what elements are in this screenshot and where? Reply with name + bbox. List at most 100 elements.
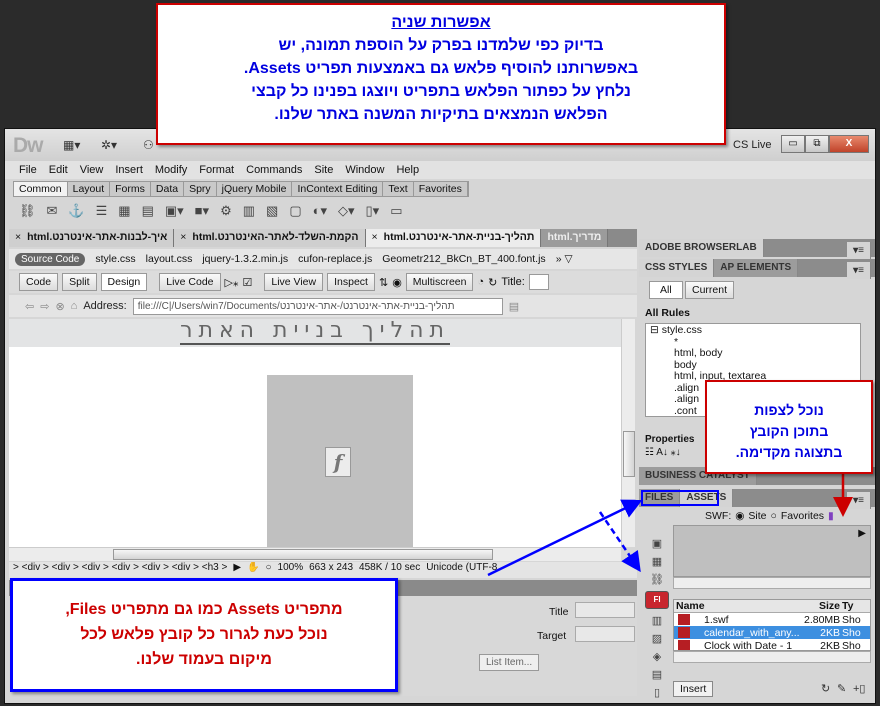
tab-incontext-editing[interactable]: InContext Editing	[292, 182, 384, 196]
visual-aids-icon[interactable]: ◔	[477, 276, 484, 288]
menu-file[interactable]: File	[13, 161, 43, 179]
add-to-favorites-icon[interactable]: +▯	[853, 682, 865, 695]
doc-tab[interactable]: מדריך.html	[541, 229, 609, 247]
related-file[interactable]: Geometr212_BkCn_BT_400.font.js	[382, 253, 545, 265]
live-code-button[interactable]: Live Code	[159, 273, 221, 291]
menu-window[interactable]: Window	[339, 161, 390, 179]
panel-menu-icon[interactable]: ▾≡	[847, 262, 871, 279]
tag-selector[interactable]: > <div > <div > <div > <div > <div > <di…	[13, 562, 227, 578]
email-link-icon[interactable]: ✉	[47, 203, 58, 219]
panel-menu-icon[interactable]: ▾≡	[847, 492, 871, 509]
zoom-select[interactable]: 100%	[278, 562, 304, 578]
named-anchor-icon[interactable]: ⚓	[68, 203, 84, 219]
list-item-button[interactable]: List Item...	[479, 654, 540, 671]
live-view-button[interactable]: Live View	[264, 273, 324, 291]
window-size[interactable]: 663 x 243	[309, 562, 353, 578]
column-size[interactable]: Size	[804, 600, 840, 612]
horizontal-scrollbar[interactable]	[9, 547, 621, 561]
stop-icon[interactable]: ⊗	[55, 300, 64, 313]
insert-div-icon[interactable]: ▤	[142, 203, 154, 219]
code-view-button[interactable]: Code	[19, 273, 59, 291]
site-radio[interactable]: ◉	[735, 510, 744, 522]
shockwave-category-icon[interactable]: ▥	[645, 614, 669, 627]
comment-icon[interactable]: ▢	[289, 203, 301, 219]
gear-icon[interactable]: ✲▾	[101, 138, 117, 152]
menu-commands[interactable]: Commands	[240, 161, 308, 179]
images-category-icon[interactable]: ▣	[645, 537, 669, 550]
scripts-category-icon[interactable]: ◈	[645, 650, 669, 663]
column-name[interactable]: Name	[674, 600, 804, 612]
close-icon[interactable]: ×	[372, 231, 378, 245]
list-item[interactable]: 1.swf 2.80MB Sho	[674, 613, 870, 626]
target-select[interactable]	[575, 626, 635, 642]
inspect-button[interactable]: Inspect	[327, 273, 375, 291]
browser-navigation-options-icon[interactable]: ▤	[509, 300, 519, 313]
media-flash-icon[interactable]: ■▾	[195, 203, 209, 219]
tab-spry[interactable]: Spry	[184, 182, 217, 196]
table-icon[interactable]: ▦	[118, 203, 130, 219]
vertical-scrollbar[interactable]	[621, 319, 635, 547]
panel-menu-icon[interactable]: ▾≡	[847, 242, 871, 259]
cs-live-button[interactable]: CS Live	[733, 139, 772, 151]
scroll-thumb[interactable]	[113, 549, 493, 560]
list-item-selected[interactable]: calendar_with_any... 2KB Sho	[674, 626, 870, 639]
tree-item-stylesheet[interactable]: ⊟ style.css	[650, 324, 856, 337]
tab-adobe-browserlab[interactable]: ADOBE BROWSERLAB	[639, 239, 764, 257]
tab-forms[interactable]: Forms	[110, 182, 151, 196]
hand-tool-icon[interactable]: ✋	[247, 562, 259, 578]
doc-tab[interactable]: איך-לבנות-אתר-אינטרנט.html ×	[9, 229, 175, 247]
filter-icon[interactable]: » ▽	[556, 253, 573, 265]
multiscreen-button[interactable]: Multiscreen	[405, 273, 474, 291]
tab-common[interactable]: Common	[14, 182, 68, 196]
widget-icon[interactable]: ⚙	[220, 203, 232, 219]
zoom-tool-icon[interactable]: ○	[265, 562, 271, 578]
title-input[interactable]	[528, 274, 549, 290]
split-view-button[interactable]: Split	[62, 273, 97, 291]
script-icon[interactable]: ◇▾	[338, 203, 355, 219]
tree-item-rule[interactable]: html, body	[650, 347, 856, 360]
horizontal-rule-icon[interactable]: ☰	[96, 203, 108, 219]
tag-chooser-icon[interactable]: ▭	[390, 203, 402, 219]
movies-category-icon[interactable]: ▨	[645, 632, 669, 645]
tab-favorites[interactable]: Favorites	[414, 182, 468, 196]
restore-button[interactable]: ⧉	[805, 135, 829, 153]
library-category-icon[interactable]: ▯	[645, 686, 669, 699]
design-view[interactable]: תהליך בניית האתר f	[9, 319, 621, 547]
play-icon[interactable]: ▶	[858, 528, 866, 539]
close-button[interactable]: X	[829, 135, 869, 153]
close-icon[interactable]: ×	[180, 231, 186, 245]
close-icon[interactable]: ×	[15, 231, 21, 245]
favorites-radio[interactable]: ○	[771, 510, 777, 522]
list-hscrollbar[interactable]	[673, 651, 871, 663]
doc-tab-active[interactable]: תהליך-בניית-אתר-אינטרנט.html ×	[365, 229, 542, 247]
title-field[interactable]	[575, 602, 635, 618]
all-button[interactable]: All	[649, 281, 683, 299]
server-side-include-icon[interactable]: ▧	[266, 203, 278, 219]
menu-insert[interactable]: Insert	[109, 161, 149, 179]
site-map-icon[interactable]: ⚇	[143, 138, 154, 152]
flash-placeholder[interactable]: f	[267, 375, 413, 547]
tab-text[interactable]: Text	[383, 182, 414, 196]
tab-data[interactable]: Data	[151, 182, 185, 196]
swf-category-icon[interactable]: Fl	[645, 591, 669, 609]
related-file[interactable]: layout.css	[146, 253, 193, 265]
list-item[interactable]: Clock with Date - 1 2KB Sho	[674, 639, 870, 650]
select-tool-icon[interactable]: ▶	[233, 562, 241, 578]
browser-check-icon[interactable]: ▷⁎	[225, 276, 239, 289]
back-icon[interactable]: ⇦	[25, 300, 34, 313]
forward-icon[interactable]: ⇨	[40, 300, 49, 313]
head-icon[interactable]: ◐▾	[313, 203, 327, 219]
layout-icon[interactable]: ▦▾	[63, 138, 80, 152]
scroll-thumb[interactable]	[623, 431, 635, 477]
source-code-button[interactable]: Source Code	[15, 252, 86, 266]
home-icon[interactable]: ⌂	[71, 300, 78, 312]
address-input[interactable]: file:///C|/Users/win7/Documents/תהליך-בנ…	[132, 297, 503, 315]
insert-button[interactable]: Insert	[673, 681, 714, 697]
urls-category-icon[interactable]: ⛓	[645, 573, 669, 586]
templates-category-icon[interactable]: ▤	[645, 668, 669, 681]
validate-icon[interactable]: ☑	[242, 276, 252, 289]
current-button[interactable]: Current	[685, 281, 735, 299]
menu-edit[interactable]: Edit	[43, 161, 74, 179]
refresh-icon[interactable]: ↻	[821, 682, 830, 695]
design-view-button[interactable]: Design	[100, 273, 148, 291]
